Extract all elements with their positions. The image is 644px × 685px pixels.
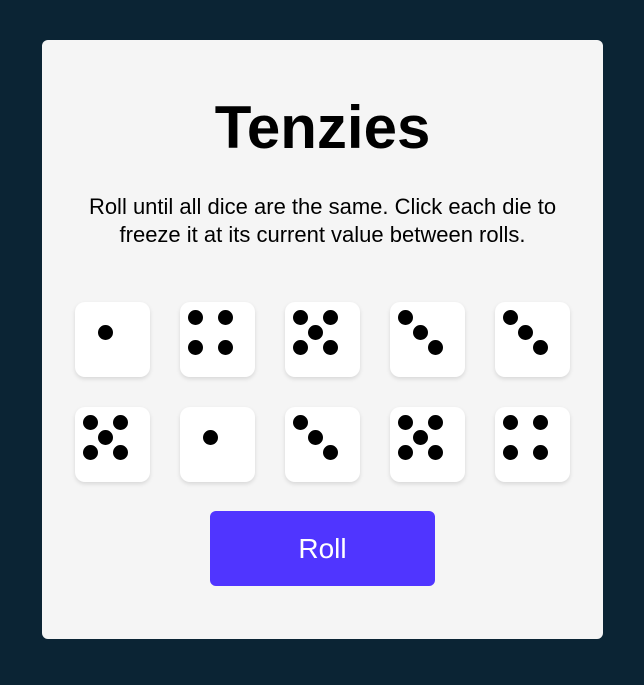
die-2[interactable]: [180, 302, 255, 377]
die-8[interactable]: [285, 407, 360, 482]
die-pip: [532, 414, 548, 430]
game-card: Tenzies Roll until all dice are the same…: [42, 40, 603, 639]
die-pip: [427, 339, 443, 355]
die-pip: [412, 324, 428, 340]
die-pip: [517, 324, 533, 340]
die-pip: [187, 339, 203, 355]
die-pip: [187, 309, 203, 325]
die-pip: [97, 429, 113, 445]
die-pip: [322, 339, 338, 355]
die-pip: [292, 339, 308, 355]
die-1[interactable]: [75, 302, 150, 377]
die-pip: [217, 339, 233, 355]
roll-button[interactable]: Roll: [210, 511, 435, 586]
die-pip: [397, 414, 413, 430]
die-pip: [82, 414, 98, 430]
die-pip: [502, 444, 518, 460]
die-pip: [307, 429, 323, 445]
die-pip: [292, 414, 308, 430]
die-pip: [292, 309, 308, 325]
die-3[interactable]: [285, 302, 360, 377]
die-pip: [112, 414, 128, 430]
die-pip: [532, 444, 548, 460]
die-pip: [307, 324, 323, 340]
die-9[interactable]: [390, 407, 465, 482]
die-pip: [532, 339, 548, 355]
die-6[interactable]: [75, 407, 150, 482]
die-5[interactable]: [495, 302, 570, 377]
die-pip: [322, 309, 338, 325]
die-pip: [97, 324, 113, 340]
game-instructions: Roll until all dice are the same. Click …: [88, 194, 557, 247]
game-title: Tenzies: [214, 94, 431, 161]
die-pip: [502, 309, 518, 325]
die-4[interactable]: [390, 302, 465, 377]
die-pip: [217, 309, 233, 325]
die-pip: [427, 414, 443, 430]
die-7[interactable]: [180, 407, 255, 482]
die-pip: [427, 444, 443, 460]
die-pip: [397, 309, 413, 325]
die-pip: [322, 444, 338, 460]
die-10[interactable]: [495, 407, 570, 482]
die-pip: [412, 429, 428, 445]
die-pip: [397, 444, 413, 460]
die-pip: [202, 429, 218, 445]
die-pip: [112, 444, 128, 460]
die-pip: [82, 444, 98, 460]
die-pip: [502, 414, 518, 430]
